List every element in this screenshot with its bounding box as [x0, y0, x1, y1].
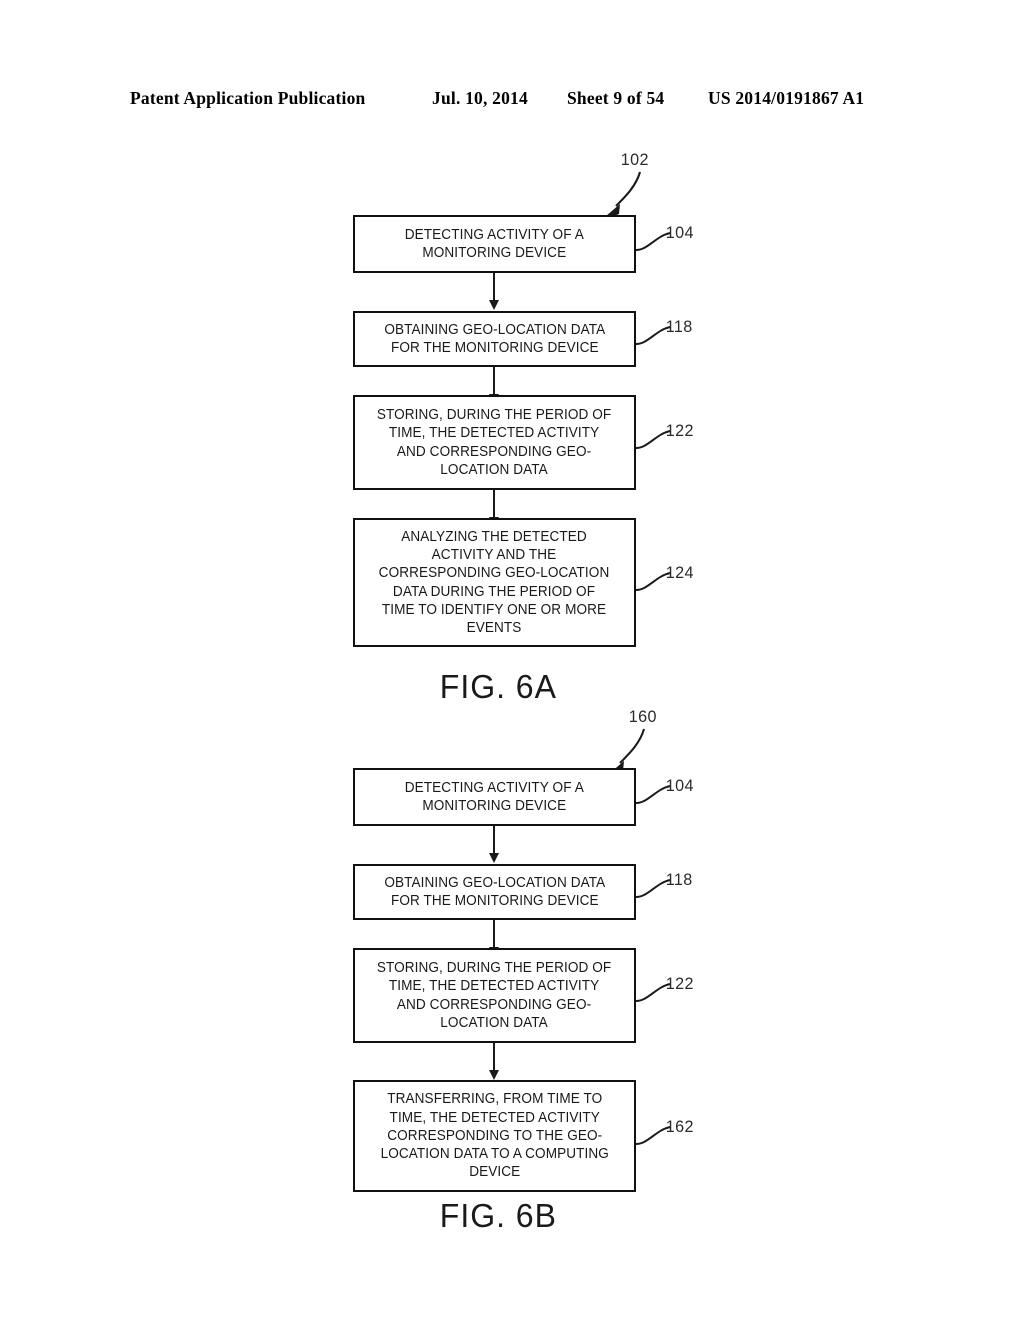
reference-numeral-162: 162 — [665, 1117, 694, 1136]
reference-numeral-124: 124 — [665, 563, 694, 582]
publication-date: Jul. 10, 2014 — [432, 88, 528, 108]
process-box-104[interactable]: DETECTING ACTIVITY OF A MONITORING DEVIC… — [353, 215, 636, 273]
process-box-118[interactable]: OBTAINING GEO-LOCATION DATA FOR THE MONI… — [353, 311, 636, 367]
process-box-118-text: OBTAINING GEO-LOCATION DATA FOR THE MONI… — [384, 874, 605, 909]
connector-118-to-122 — [493, 367, 495, 395]
figure-6a-caption: FIG. 6A — [439, 668, 557, 705]
process-box-104[interactable]: DETECTING ACTIVITY OF A MONITORING DEVIC… — [353, 768, 636, 826]
process-box-122-text: STORING, DURING THE PERIOD OF TIME, THE … — [377, 407, 612, 478]
process-box-162[interactable]: TRANSFERRING, FROM TIME TO TIME, THE DET… — [353, 1080, 636, 1192]
patent-number-label: US 2014/0191867 A1 — [708, 88, 865, 108]
connector-104-to-118 — [493, 273, 495, 301]
figure-6a: 102 DETECTING ACTIVITY OF A MONITORING D… — [0, 150, 1024, 710]
connector-104-to-118 — [493, 826, 495, 854]
figure-6b-caption: FIG. 6B — [439, 1197, 557, 1234]
reference-numeral-118: 118 — [665, 317, 693, 336]
process-box-104-text: DETECTING ACTIVITY OF A MONITORING DEVIC… — [404, 779, 585, 814]
process-box-162-text: TRANSFERRING, FROM TIME TO TIME, THE DET… — [380, 1091, 609, 1181]
process-box-122[interactable]: STORING, DURING THE PERIOD OF TIME, THE … — [353, 395, 636, 490]
process-box-118-text: OBTAINING GEO-LOCATION DATA FOR THE MONI… — [384, 321, 605, 356]
reference-numeral-122: 122 — [665, 974, 694, 993]
reference-numeral-104: 104 — [665, 223, 694, 242]
publication-label: Patent Application Publication — [130, 88, 366, 108]
page-header: Patent Application Publication Jul. 10, … — [0, 88, 1024, 114]
reference-numeral-118: 118 — [665, 870, 693, 889]
reference-numeral-122: 122 — [665, 421, 694, 440]
reference-numeral-104: 104 — [665, 776, 694, 795]
process-box-122-text: STORING, DURING THE PERIOD OF TIME, THE … — [377, 960, 612, 1031]
connector-118-to-122 — [493, 920, 495, 948]
figure-6b: 160 DETECTING ACTIVITY OF A MONITORING D… — [0, 705, 1024, 1265]
process-box-118[interactable]: OBTAINING GEO-LOCATION DATA FOR THE MONI… — [353, 864, 636, 920]
process-box-122[interactable]: STORING, DURING THE PERIOD OF TIME, THE … — [353, 948, 636, 1043]
process-box-124-text: ANALYZING THE DETECTED ACTIVITY AND THE … — [379, 528, 610, 636]
connector-122-to-124 — [493, 490, 495, 518]
sheet-number-label: Sheet 9 of 54 — [567, 88, 665, 108]
connector-122-to-162 — [493, 1043, 495, 1071]
process-box-124[interactable]: ANALYZING THE DETECTED ACTIVITY AND THE … — [353, 518, 636, 647]
process-box-104-text: DETECTING ACTIVITY OF A MONITORING DEVIC… — [404, 226, 585, 261]
